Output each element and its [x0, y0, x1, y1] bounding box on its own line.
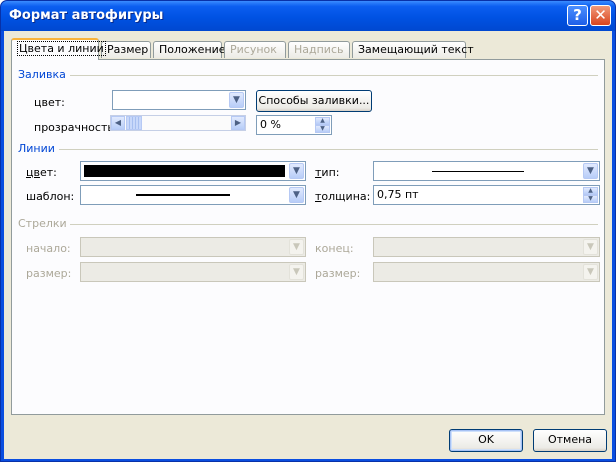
chevron-down-icon[interactable]: ▼ [229, 92, 244, 108]
window-title: Формат автофигуры [9, 8, 164, 23]
line-pattern-label: шаблон: [26, 190, 75, 203]
end-size-dropdown: ▼ [373, 262, 600, 282]
tab-position[interactable]: Положение [153, 41, 226, 58]
end-size-label: размер: [315, 267, 361, 280]
fill-methods-button[interactable]: Способы заливки... [256, 90, 372, 112]
transparency-label: прозрачность: [34, 121, 118, 134]
line-pattern-preview [136, 194, 230, 196]
spin-up-icon[interactable]: ▲ [315, 117, 330, 125]
lines-section-title: Линии [18, 142, 55, 155]
line-weight-label: толщина: [315, 190, 371, 203]
line-color-label: цвет: [26, 166, 57, 179]
chevron-down-icon[interactable]: ▼ [289, 163, 304, 179]
transparency-spinner[interactable]: 0 % ▲ ▼ [256, 115, 332, 135]
chevron-down-icon: ▼ [289, 239, 304, 255]
transparency-spin-buttons[interactable]: ▲ ▼ [315, 117, 330, 133]
tab-panel-colors-and-lines: Заливка цвет: ▼ Способы заливки... прозр… [11, 59, 605, 415]
chevron-down-icon[interactable]: ▼ [583, 163, 598, 179]
slider-right-arrow-icon[interactable]: ▶ [231, 116, 245, 130]
fill-section-divider [70, 75, 598, 76]
chevron-down-icon: ▼ [583, 264, 598, 280]
line-pattern-dropdown[interactable]: ▼ [80, 185, 306, 205]
dialog-body: Цвета и линии Размер Положение Рисунок Н… [4, 31, 612, 459]
arrows-section-divider [70, 224, 598, 225]
line-color-dropdown[interactable]: ▼ [80, 161, 306, 181]
slider-left-arrow-icon[interactable]: ◀ [111, 116, 125, 130]
fill-section-title: Заливка [18, 68, 66, 81]
fill-color-label: цвет: [34, 96, 65, 109]
spin-down-icon[interactable]: ▼ [583, 195, 598, 203]
spin-down-icon[interactable]: ▼ [315, 125, 330, 133]
chevron-down-icon[interactable]: ▼ [289, 187, 304, 203]
line-weight-spin-buttons[interactable]: ▲ ▼ [583, 187, 598, 203]
tab-size[interactable]: Размер [101, 41, 151, 58]
begin-size-dropdown: ▼ [80, 262, 306, 282]
fill-color-dropdown[interactable]: ▼ [112, 90, 246, 110]
transparency-slider[interactable]: ◀ ▶ [110, 115, 246, 131]
end-style-dropdown: ▼ [373, 237, 600, 257]
line-weight-spinner[interactable]: 0,75 пт ▲ ▼ [373, 185, 600, 205]
line-weight-value[interactable]: 0,75 пт [377, 188, 419, 201]
spin-up-icon[interactable]: ▲ [583, 187, 598, 195]
ok-button[interactable]: OK [449, 429, 523, 452]
end-style-label: конец: [315, 242, 354, 255]
line-type-label: тип: [315, 166, 340, 179]
chevron-down-icon: ▼ [583, 239, 598, 255]
tab-alt-text[interactable]: Замещающий текст [352, 41, 474, 58]
arrows-section-title: Стрелки [18, 217, 67, 230]
begin-style-dropdown: ▼ [80, 237, 306, 257]
format-autoshape-dialog: Формат автофигуры ? ✕ Цвета и линии Разм… [0, 0, 616, 462]
slider-thumb[interactable] [126, 116, 142, 130]
tab-picture: Рисунок [224, 41, 286, 58]
begin-size-label: размер: [26, 267, 72, 280]
title-bar[interactable]: Формат автофигуры ? ✕ [1, 1, 615, 31]
tab-colors-and-lines[interactable]: Цвета и линии [11, 38, 106, 60]
chevron-down-icon: ▼ [289, 264, 304, 280]
cancel-button[interactable]: Отмена [533, 429, 607, 452]
help-icon[interactable]: ? [567, 5, 588, 26]
transparency-value[interactable]: 0 % [260, 118, 281, 131]
begin-style-label: начало: [26, 242, 71, 255]
lines-section-divider [59, 149, 598, 150]
close-icon[interactable]: ✕ [590, 5, 611, 26]
line-type-dropdown[interactable]: ▼ [373, 161, 600, 181]
line-type-preview [432, 171, 524, 172]
line-color-swatch [84, 165, 285, 177]
tab-text-box: Надпись [288, 41, 350, 58]
